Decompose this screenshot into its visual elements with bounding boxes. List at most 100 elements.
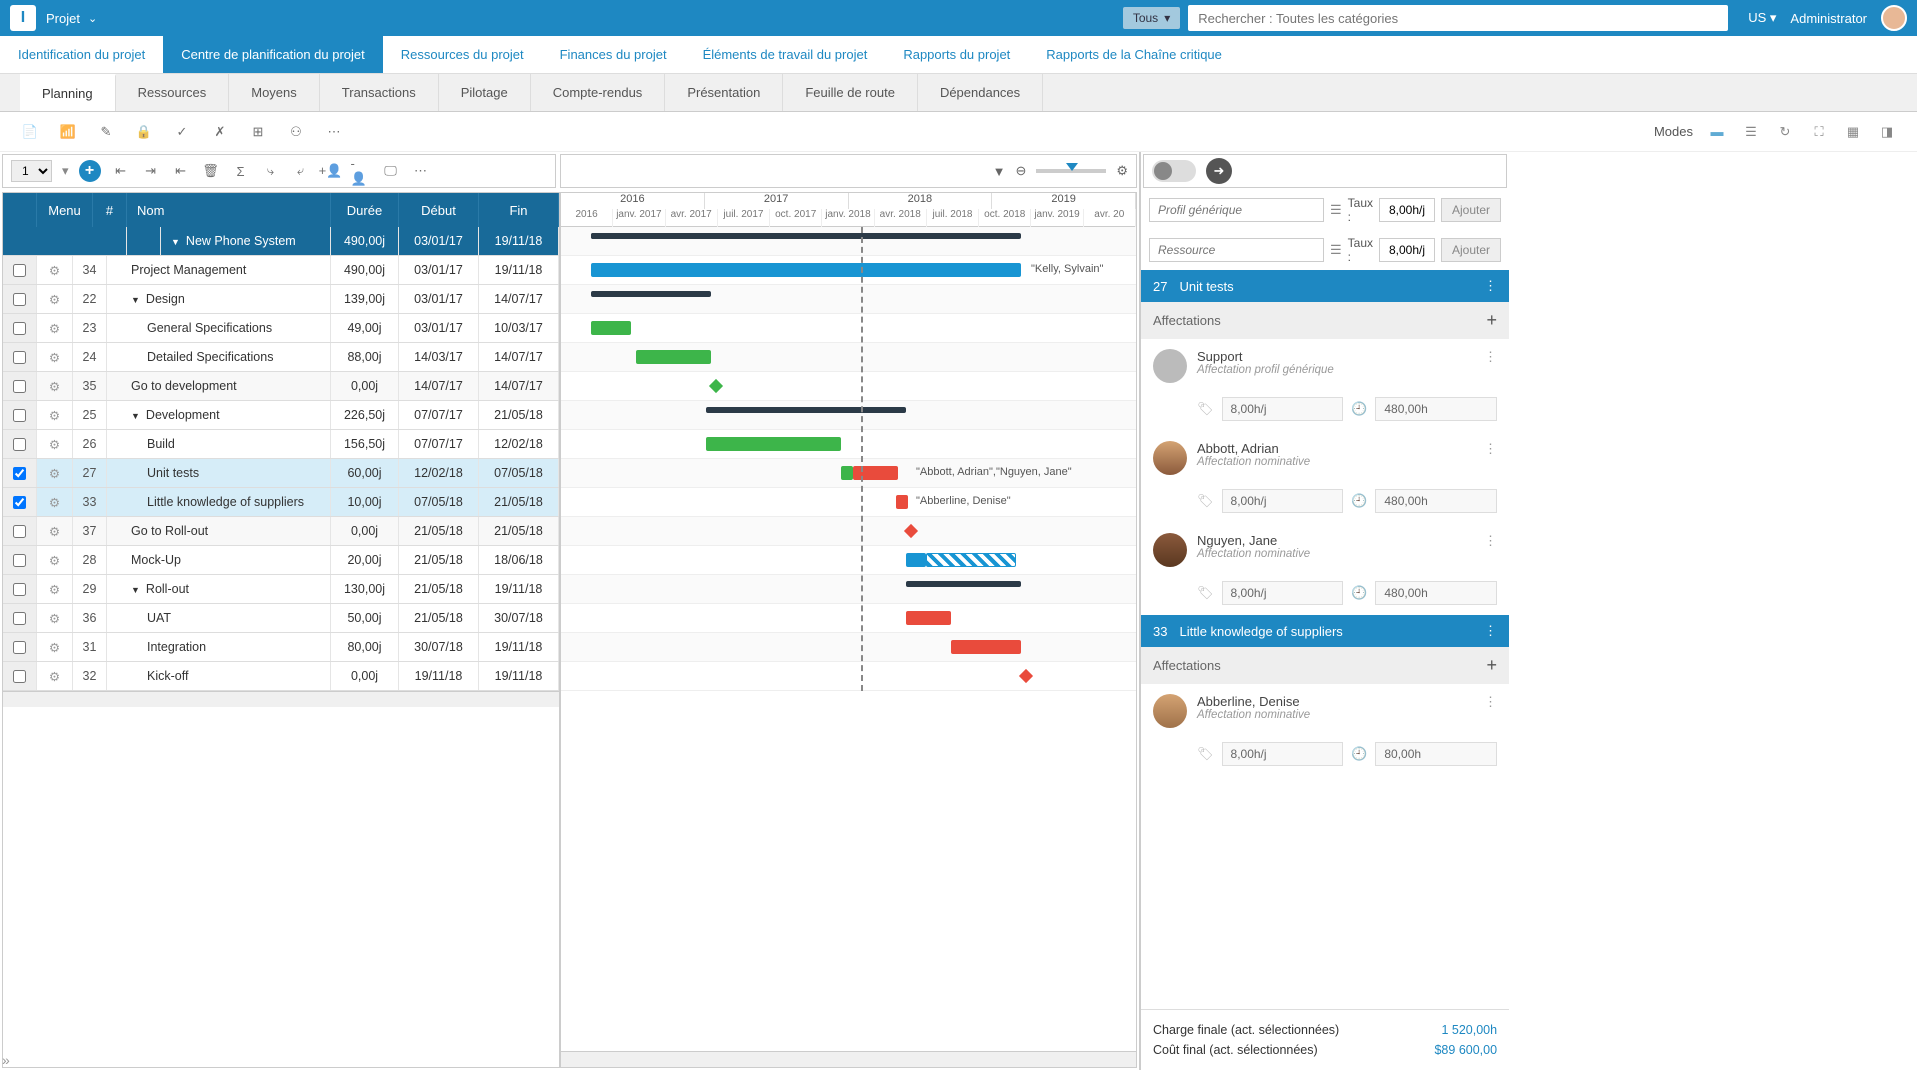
rate-input-1[interactable] bbox=[1379, 198, 1435, 222]
person-hours[interactable]: 480,00h bbox=[1375, 489, 1497, 513]
milestone-icon[interactable] bbox=[1019, 669, 1033, 683]
table-row[interactable]: ⚙37 Go to Roll-out 0,00j 21/05/18 21/05/… bbox=[3, 517, 559, 546]
table-row[interactable]: ⚙29 Roll-out 130,00j 21/05/18 19/11/18 bbox=[3, 575, 559, 604]
nav-tab[interactable]: Éléments de travail du projet bbox=[685, 36, 886, 73]
trash-icon[interactable]: 🗑 bbox=[201, 161, 221, 181]
remove-icon[interactable]: ✗ bbox=[210, 122, 230, 142]
unlink-icon[interactable]: ⤶ bbox=[291, 161, 311, 181]
row-gear-icon[interactable]: ⚙ bbox=[37, 314, 73, 342]
sub-tab[interactable]: Compte-rendus bbox=[531, 74, 666, 111]
row-checkbox[interactable] bbox=[13, 496, 26, 509]
sub-tab[interactable]: Présentation bbox=[665, 74, 783, 111]
gantt-bar[interactable] bbox=[841, 466, 853, 480]
row-gear-icon[interactable]: ⚙ bbox=[37, 604, 73, 632]
row-gear-icon[interactable]: ⚙ bbox=[37, 633, 73, 661]
row-gear-icon[interactable]: ⚙ bbox=[37, 343, 73, 371]
add-button[interactable]: + bbox=[79, 160, 101, 182]
row-checkbox[interactable] bbox=[13, 438, 26, 451]
gantt-hscroll[interactable] bbox=[561, 1051, 1136, 1067]
row-gear-icon[interactable]: ⚙ bbox=[37, 517, 73, 545]
table-row[interactable]: ⚙31 Integration 80,00j 30/07/18 19/11/18 bbox=[3, 633, 559, 662]
row-checkbox[interactable] bbox=[13, 641, 26, 654]
list-icon[interactable]: ☰ bbox=[1330, 242, 1342, 258]
sub-tab[interactable]: Planning bbox=[20, 74, 116, 111]
table-row[interactable]: ⚙26 Build 156,50j 07/07/17 12/02/18 bbox=[3, 430, 559, 459]
row-checkbox[interactable] bbox=[13, 525, 26, 538]
sigma-icon[interactable]: Σ bbox=[231, 161, 251, 181]
table-row[interactable]: New Phone System 490,00j 03/01/17 19/11/… bbox=[3, 227, 559, 256]
remove-user-icon[interactable]: -👤 bbox=[351, 161, 371, 181]
screen-icon[interactable]: 🖵 bbox=[381, 161, 401, 181]
level-caret-icon[interactable]: ▾ bbox=[62, 163, 69, 179]
rate-input-2[interactable] bbox=[1379, 238, 1435, 262]
row-checkbox[interactable] bbox=[13, 554, 26, 567]
gantt-bar[interactable] bbox=[951, 640, 1021, 654]
person-rate[interactable]: 8,00h/j bbox=[1222, 397, 1344, 421]
add-affectation-icon[interactable]: + bbox=[1487, 655, 1498, 676]
sub-tab[interactable]: Pilotage bbox=[439, 74, 531, 111]
person-avatar[interactable] bbox=[1153, 349, 1187, 383]
link-icon[interactable]: ⤷ bbox=[261, 161, 281, 181]
gantt-bar[interactable] bbox=[853, 466, 898, 480]
row-gear-icon[interactable]: ⚙ bbox=[37, 459, 73, 487]
row-gear-icon[interactable]: ⚙ bbox=[37, 546, 73, 574]
table-row[interactable]: ⚙27 Unit tests 60,00j 12/02/18 07/05/18 bbox=[3, 459, 559, 488]
table-row[interactable]: ⚙22 Design 139,00j 03/01/17 14/07/17 bbox=[3, 285, 559, 314]
expand-handle[interactable]: » bbox=[2, 1052, 10, 1068]
gantt-bar[interactable] bbox=[591, 321, 631, 335]
app-logo[interactable]: I bbox=[10, 5, 36, 31]
table-hscroll[interactable] bbox=[3, 691, 559, 707]
person-menu-icon[interactable]: ⋮ bbox=[1484, 694, 1497, 728]
mode-refresh-icon[interactable]: ↻ bbox=[1775, 122, 1795, 142]
indent-icon[interactable]: ⇤ bbox=[171, 161, 191, 181]
person-menu-icon[interactable]: ⋮ bbox=[1484, 533, 1497, 567]
gantt-bar[interactable] bbox=[706, 407, 906, 413]
add-resource-button[interactable]: Ajouter bbox=[1441, 238, 1501, 262]
hierarchy-icon[interactable]: ⊞ bbox=[248, 122, 268, 142]
person-hours[interactable]: 480,00h bbox=[1375, 581, 1497, 605]
category-dropdown[interactable]: Tous ▾ bbox=[1123, 7, 1180, 29]
gantt-bar[interactable] bbox=[906, 553, 926, 567]
person-menu-icon[interactable]: ⋮ bbox=[1484, 441, 1497, 475]
gear-icon[interactable]: ⚙ bbox=[1116, 163, 1128, 179]
lock-icon[interactable]: 🔒 bbox=[134, 122, 154, 142]
zoom-slider[interactable] bbox=[1036, 169, 1106, 173]
row-gear-icon[interactable]: ⚙ bbox=[37, 256, 73, 284]
row-checkbox[interactable] bbox=[13, 293, 26, 306]
person-avatar[interactable] bbox=[1153, 694, 1187, 728]
table-row[interactable]: ⚙23 General Specifications 49,00j 03/01/… bbox=[3, 314, 559, 343]
row-gear-icon[interactable]: ⚙ bbox=[37, 430, 73, 458]
nav-tab[interactable]: Identification du projet bbox=[0, 36, 163, 73]
nav-tab[interactable]: Rapports du projet bbox=[885, 36, 1028, 73]
indent-all-icon[interactable]: ⇤ bbox=[111, 161, 131, 181]
table-row[interactable]: ⚙32 Kick-off 0,00j 19/11/18 19/11/18 bbox=[3, 662, 559, 691]
table-row[interactable]: ⚙24 Detailed Specifications 88,00j 14/03… bbox=[3, 343, 559, 372]
person-rate[interactable]: 8,00h/j bbox=[1222, 742, 1344, 766]
gantt-bar[interactable] bbox=[591, 263, 1021, 277]
profile-input[interactable] bbox=[1149, 198, 1324, 222]
row-gear-icon[interactable]: ⚙ bbox=[37, 285, 73, 313]
row-checkbox[interactable] bbox=[13, 264, 26, 277]
row-checkbox[interactable] bbox=[13, 409, 26, 422]
person-hours[interactable]: 80,00h bbox=[1375, 742, 1497, 766]
gantt-bar[interactable] bbox=[706, 437, 841, 451]
person-avatar[interactable] bbox=[1153, 533, 1187, 567]
milestone-icon[interactable] bbox=[904, 524, 918, 538]
sub-tab[interactable]: Transactions bbox=[320, 74, 439, 111]
rss-icon[interactable]: 📶 bbox=[58, 122, 78, 142]
row-checkbox[interactable] bbox=[13, 583, 26, 596]
row-gear-icon[interactable]: ⚙ bbox=[37, 372, 73, 400]
project-selector[interactable]: Projet ⌄ bbox=[46, 11, 97, 26]
nav-tab[interactable]: Rapports de la Chaîne critique bbox=[1028, 36, 1240, 73]
row-checkbox[interactable] bbox=[13, 380, 26, 393]
avatar[interactable] bbox=[1881, 5, 1907, 31]
sub-tab[interactable]: Moyens bbox=[229, 74, 320, 111]
row-checkbox[interactable] bbox=[13, 670, 26, 683]
row-checkbox[interactable] bbox=[13, 612, 26, 625]
filter-icon[interactable]: ▼ bbox=[993, 164, 1006, 179]
person-avatar[interactable] bbox=[1153, 441, 1187, 475]
list-icon[interactable]: ☰ bbox=[1330, 202, 1342, 218]
add-user-icon[interactable]: +👤 bbox=[321, 161, 341, 181]
more-icon[interactable]: ⋯ bbox=[324, 122, 344, 142]
table-row[interactable]: ⚙28 Mock-Up 20,00j 21/05/18 18/06/18 bbox=[3, 546, 559, 575]
